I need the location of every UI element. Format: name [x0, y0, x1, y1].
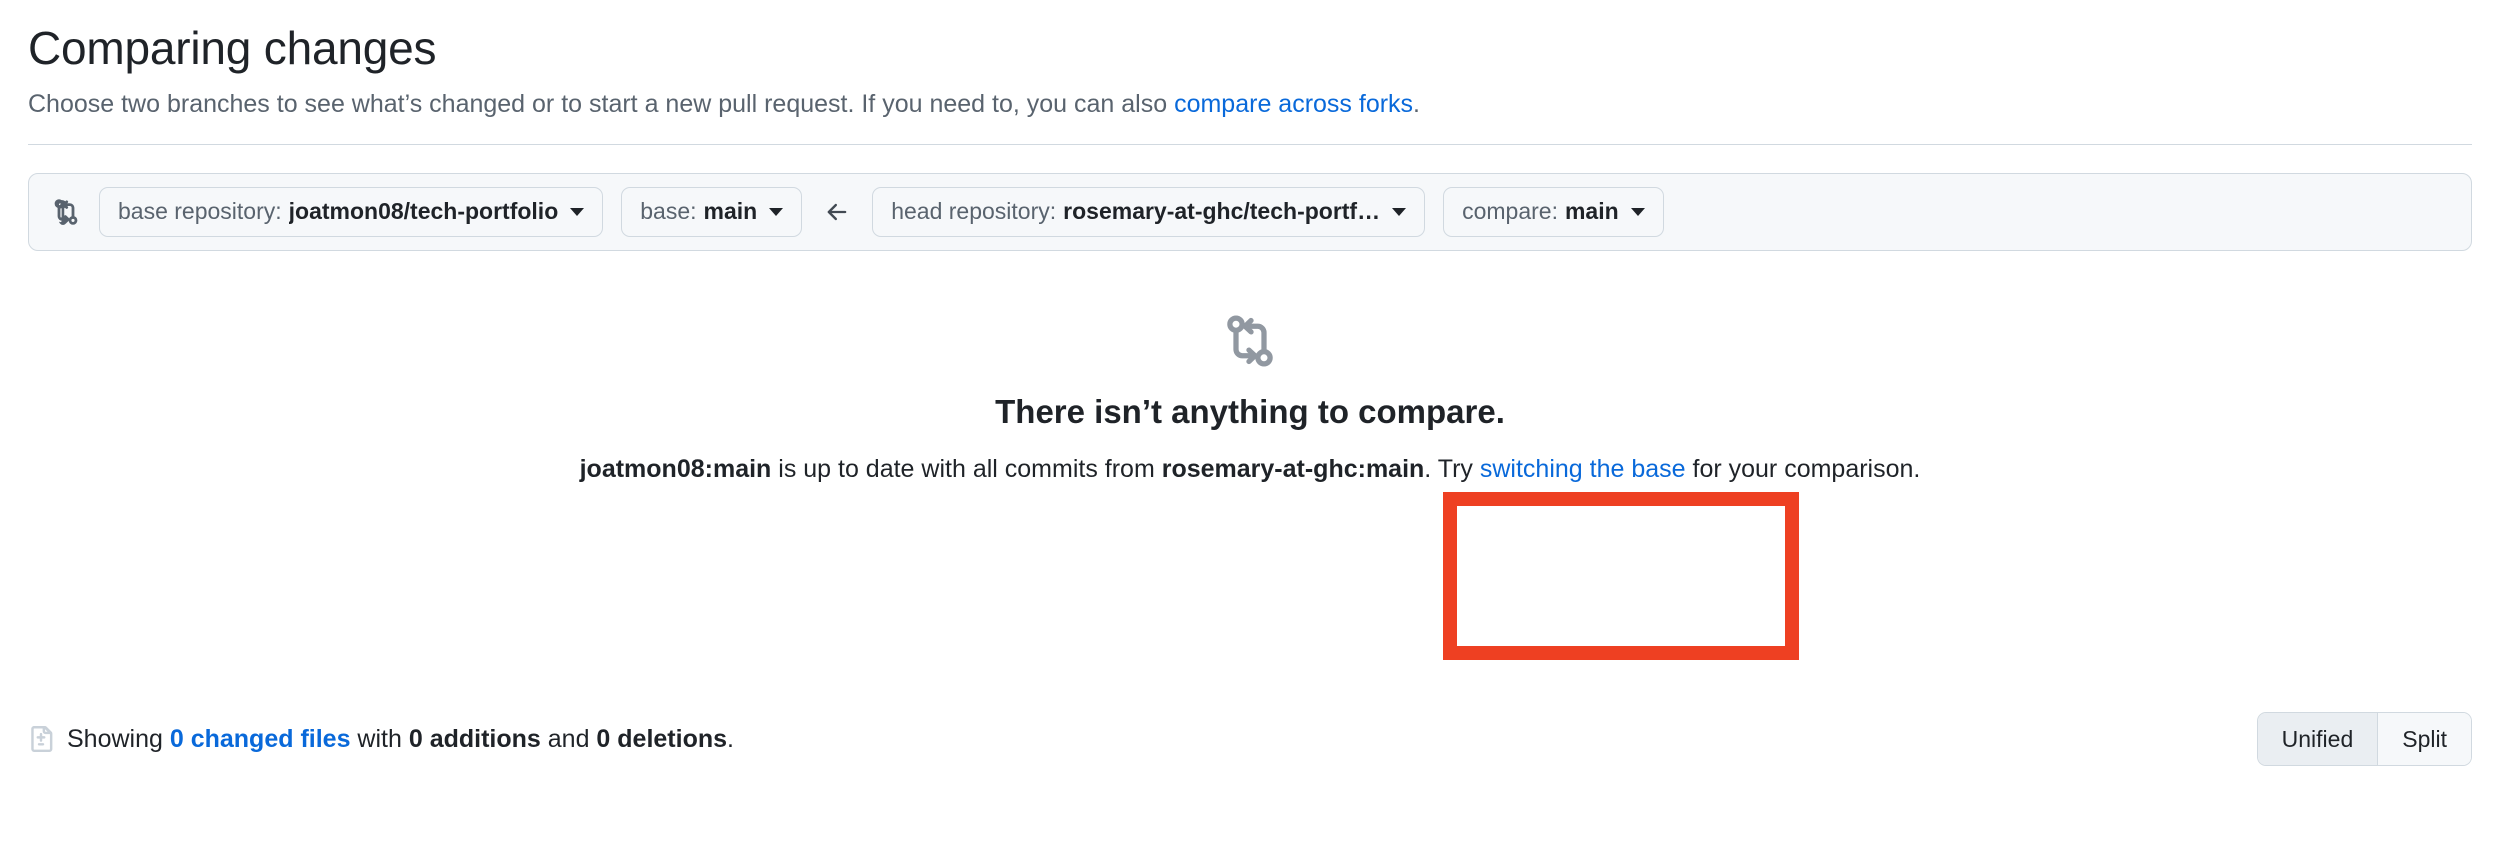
base-repository-value: joatmon08/tech-portfolio — [288, 198, 559, 225]
head-ref-text: rosemary-at-ghc:main — [1161, 454, 1425, 483]
subtitle-text-after: . — [1413, 89, 1420, 118]
base-branch-value: main — [703, 198, 758, 225]
switching-the-base-link[interactable]: switching the base — [1480, 455, 1686, 483]
page-subtitle: Choose two branches to see what’s change… — [28, 87, 2472, 122]
additions-count: 0 additions — [408, 724, 541, 753]
diff-toolbar: Showing 0 changed files with 0 additions… — [28, 712, 2472, 766]
base-repository-select[interactable]: base repository: joatmon08/tech-portfoli… — [99, 186, 604, 237]
diff-summary: Showing 0 changed files with 0 additions… — [28, 724, 734, 754]
compare-branch-label: compare: — [1462, 198, 1558, 225]
diff-view-toggle: Unified Split — [2256, 712, 2472, 766]
base-repository-label: base repository: — [118, 198, 282, 225]
showing-label: Showing — [67, 724, 170, 753]
page-title: Comparing changes — [28, 22, 437, 74]
head-repository-label: head repository: — [891, 198, 1057, 225]
diff-view-split-button[interactable]: Split — [2377, 713, 2471, 765]
file-diff-icon — [28, 724, 54, 754]
branch-selector-bar: base repository: joatmon08/tech-portfoli… — [28, 172, 2472, 251]
head-repository-value: rosemary-at-ghc/tech-portf… — [1063, 198, 1381, 225]
chevron-down-icon — [769, 207, 784, 216]
and-label: and — [540, 724, 597, 753]
git-compare-icon — [28, 313, 2472, 369]
diff-view-unified-button[interactable]: Unified — [2257, 713, 2378, 765]
git-compare-icon — [51, 197, 81, 227]
chevron-down-icon — [1392, 207, 1407, 216]
compare-across-forks-link[interactable]: compare across forks — [1174, 90, 1413, 118]
arrow-left-icon — [820, 197, 854, 227]
changed-files-link[interactable]: 0 changed files — [170, 725, 351, 753]
base-ref-text: joatmon08:main — [579, 454, 772, 483]
empty-state-title: There isn’t anything to compare. — [995, 392, 1505, 430]
header-divider — [28, 143, 2472, 145]
with-label: with — [350, 724, 409, 753]
subtitle-text-before: Choose two branches to see what’s change… — [28, 89, 1175, 118]
period-text: . — [727, 724, 734, 753]
head-repository-select[interactable]: head repository: rosemary-at-ghc/tech-po… — [872, 186, 1426, 237]
desc-after-head-text: . Try — [1424, 454, 1480, 483]
comparing-changes-page: Comparing changes Choose two branches to… — [0, 0, 2500, 868]
red-highlight-box — [1443, 492, 1799, 660]
compare-branch-select[interactable]: compare: main — [1443, 186, 1664, 237]
chevron-down-icon — [570, 207, 585, 216]
desc-end-text: for your comparison. — [1685, 454, 1921, 483]
deletions-count: 0 deletions — [596, 724, 728, 753]
base-branch-select[interactable]: base: main — [621, 186, 803, 237]
compare-branch-value: main — [1564, 198, 1619, 225]
empty-state-description: joatmon08:main is up to date with all co… — [28, 451, 2472, 487]
diff-summary-text: Showing 0 changed files with 0 additions… — [67, 725, 734, 754]
chevron-down-icon — [1630, 207, 1645, 216]
desc-middle-text: is up to date with all commits from — [771, 454, 1162, 483]
base-branch-label: base: — [640, 198, 697, 225]
empty-compare-state: There isn’t anything to compare. joatmon… — [28, 313, 2472, 487]
